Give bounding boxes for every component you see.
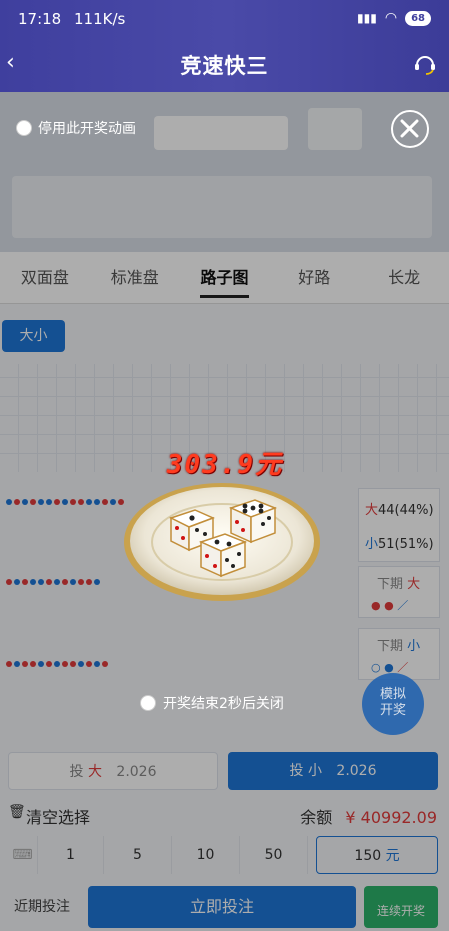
status-speed: 111K/s [74, 10, 126, 28]
status-time: 17:18 [18, 10, 62, 28]
battery-icon: 68 [405, 10, 431, 26]
close-icon [400, 119, 419, 138]
win-amount: 303.9元 [166, 450, 284, 480]
die-3 [198, 533, 248, 578]
status-bar: 17:18 111K/s ▮▮▮ ◠ 68 [18, 8, 431, 30]
simulate-draw-label: 模拟 开奖 [379, 687, 406, 718]
nav-header: ‹ 竞速快三 [0, 42, 449, 86]
disable-animation-label: 停用此开奖动画 [38, 121, 136, 137]
status-icons: ▮▮▮ ◠ 68 [357, 10, 431, 26]
customer-service-icon[interactable] [413, 52, 437, 80]
wifi-icon: ◠ [384, 10, 398, 26]
close-overlay-button[interactable] [391, 110, 429, 148]
radio-icon[interactable] [16, 120, 32, 136]
disable-animation-toggle[interactable]: 停用此开奖动画 [16, 118, 136, 138]
signal-icon: ▮▮▮ [357, 11, 377, 25]
auto-close-label: 开奖结束2秒后关闭 [163, 696, 284, 712]
radio-icon[interactable] [140, 695, 156, 711]
die-2 [228, 499, 278, 544]
page-title: 竞速快三 [180, 54, 269, 78]
auto-close-toggle[interactable]: 开奖结束2秒后关闭 [140, 690, 284, 716]
simulate-draw-button[interactable]: 模拟 开奖 [362, 673, 424, 735]
dice-plate-image [124, 483, 320, 601]
app-header-bar: 17:18 111K/s ▮▮▮ ◠ 68 ‹ 竞速快三 [0, 0, 449, 92]
